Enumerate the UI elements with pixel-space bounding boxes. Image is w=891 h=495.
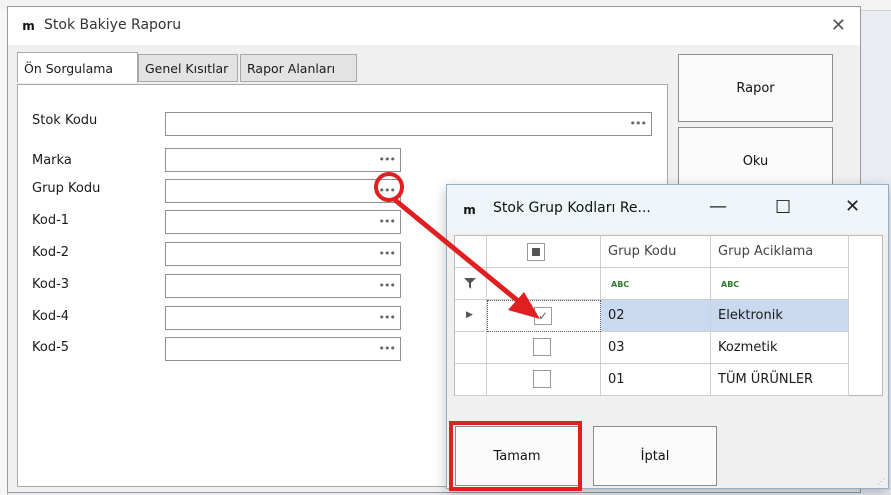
annotation-arrow [393, 198, 540, 319]
annotation-box-tamam [449, 421, 582, 491]
